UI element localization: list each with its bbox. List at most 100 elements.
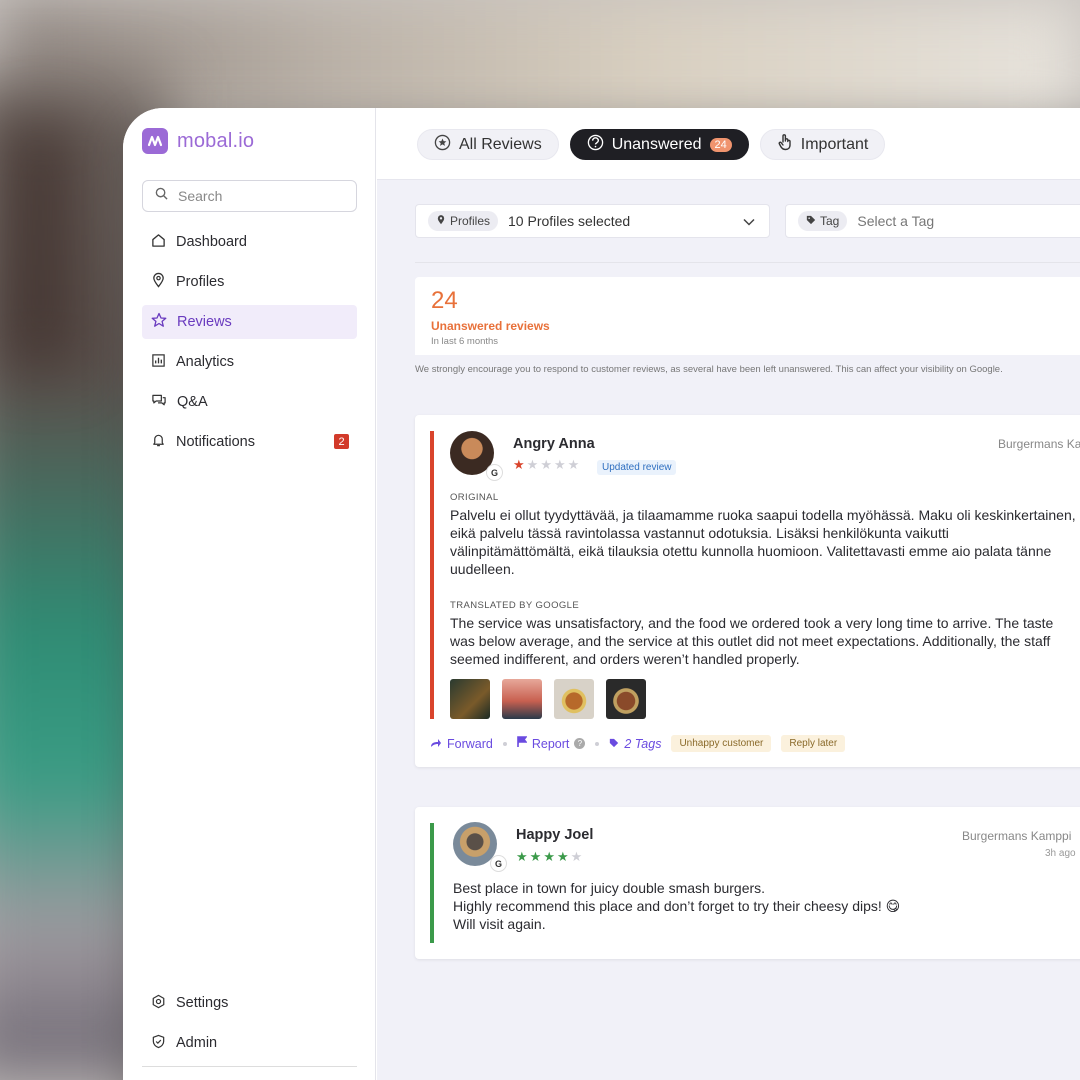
star-filled-icon: ★ — [516, 849, 528, 864]
sidebar-item-label: Analytics — [176, 354, 235, 370]
profiles-chip-label: Profiles — [450, 214, 491, 228]
chat-bubble-icon — [587, 134, 604, 156]
google-icon: G — [491, 856, 506, 871]
profiles-filter[interactable]: Profiles 10 Profiles selected — [415, 204, 770, 238]
search-box[interactable] — [142, 180, 357, 212]
tag-chip[interactable]: Reply later — [781, 735, 846, 752]
star-rating: ★ ★ ★ ★ ★ — [513, 457, 579, 473]
unanswered-count: 24 — [431, 287, 458, 314]
report-label: Report — [531, 736, 570, 751]
translated-text: The service was unsatisfactory, and the … — [450, 615, 1054, 667]
brand-logo[interactable]: mobal.io — [142, 128, 254, 154]
review-card: G Angry Anna ★ ★ ★ ★ ★ Updated review Bu… — [415, 415, 1080, 767]
top-bar: All Reviews Unanswered 24 Important — [377, 108, 1080, 180]
sidebar-item-label: Profiles — [176, 274, 225, 290]
star-empty-icon: ★ — [567, 457, 580, 472]
star-filled-icon: ★ — [543, 849, 555, 864]
review-tabs: All Reviews Unanswered 24 Important — [417, 129, 886, 160]
sidebar-item-profiles[interactable]: Profiles — [142, 265, 357, 299]
updated-review-badge: Updated review — [597, 460, 677, 475]
sidebar-item-admin[interactable]: Admin — [142, 1026, 357, 1060]
separator — [595, 741, 600, 746]
review-photo[interactable] — [606, 679, 646, 719]
tab-important[interactable]: Important — [759, 129, 886, 160]
star-empty-icon: ★ — [553, 457, 566, 472]
report-button[interactable]: Report ? — [517, 736, 586, 751]
content-divider — [415, 262, 1080, 263]
unanswered-period: In last 6 months — [431, 336, 499, 347]
review-text: Best place in town for juicy double smas… — [453, 880, 901, 932]
tags-label: 2 Tags — [624, 736, 662, 751]
forward-label: Forward — [447, 736, 493, 751]
star-filled-icon: ★ — [556, 849, 569, 864]
sidebar-item-reviews[interactable]: Reviews — [142, 305, 357, 339]
tag-chip[interactable]: Unhappy customer — [671, 735, 772, 752]
tag-filter[interactable]: Tag Select a Tag — [785, 204, 1080, 238]
review-card: G Happy Joel ★ ★ ★ ★ ★ Burgermans Kamppi… — [415, 807, 1080, 959]
sidebar-item-label: Q&A — [177, 394, 208, 410]
translated-label: TRANSLATED BY GOOGLE — [450, 600, 580, 611]
logo-mark-icon — [142, 128, 168, 154]
star-rating: ★ ★ ★ ★ ★ — [516, 849, 582, 865]
flag-icon — [517, 736, 528, 751]
star-empty-icon: ★ — [540, 457, 552, 472]
tab-all-reviews[interactable]: All Reviews — [417, 129, 559, 160]
google-icon: G — [487, 465, 502, 480]
star-empty-icon: ★ — [526, 457, 539, 472]
sidebar-nav: Dashboard Profiles Reviews Analytics Q&A… — [142, 225, 357, 465]
forward-icon — [430, 737, 442, 751]
review-location: Burgermans Kampi — [998, 437, 1080, 451]
reviewer-name: Happy Joel — [516, 827, 594, 843]
review-photo[interactable] — [554, 679, 594, 719]
unanswered-label: Unanswered reviews — [431, 319, 550, 333]
profiles-chip: Profiles — [428, 211, 499, 231]
star-filled-icon: ★ — [529, 849, 542, 864]
sidebar-bottom-nav: Settings Admin — [142, 986, 357, 1066]
star-empty-icon: ★ — [570, 849, 583, 864]
help-icon[interactable]: ? — [574, 738, 586, 749]
tab-label: All Reviews — [459, 135, 542, 153]
review-photo[interactable] — [450, 679, 490, 719]
unanswered-stats-card: 24 Unanswered reviews In last 6 months W… — [415, 277, 1080, 390]
sidebar: mobal.io Dashboard Profiles Reviews — [123, 108, 376, 1080]
profiles-filter-value: 10 Profiles selected — [508, 213, 631, 229]
sidebar-item-notifications[interactable]: Notifications 2 — [142, 425, 357, 459]
notification-count-badge: 2 — [334, 434, 349, 449]
star-filled-icon: ★ — [513, 457, 525, 472]
tag-chip: Tag — [798, 211, 848, 231]
sidebar-item-dashboard[interactable]: Dashboard — [142, 225, 357, 259]
tab-label: Unanswered — [611, 135, 702, 153]
sidebar-item-label: Reviews — [177, 314, 232, 330]
star-circle-icon — [434, 134, 451, 156]
review-photo[interactable] — [502, 679, 542, 719]
visibility-notice: We strongly encourage you to respond to … — [415, 355, 1080, 390]
hand-icon — [777, 133, 793, 156]
shield-icon — [151, 1034, 166, 1053]
tags-button[interactable]: 2 Tags — [609, 737, 661, 751]
sidebar-item-analytics[interactable]: Analytics — [142, 345, 357, 379]
search-input[interactable] — [178, 188, 338, 204]
chevron-down-icon[interactable] — [743, 213, 755, 229]
review-accent-bar — [430, 431, 434, 719]
tag-icon — [609, 737, 619, 751]
sidebar-divider — [142, 1066, 357, 1067]
filter-bar: Profiles 10 Profiles selected Tag Select… — [415, 204, 1080, 238]
chart-icon — [151, 353, 166, 372]
tab-unanswered[interactable]: Unanswered 24 — [569, 129, 749, 160]
avatar — [453, 822, 497, 866]
main-content: All Reviews Unanswered 24 Important Prof… — [377, 108, 1080, 1080]
brand-name: mobal.io — [177, 129, 255, 152]
bell-icon — [151, 432, 166, 452]
home-icon — [151, 233, 166, 252]
reviewer-name: Angry Anna — [513, 436, 595, 452]
original-label: ORIGINAL — [450, 492, 499, 503]
search-icon — [155, 187, 168, 205]
sidebar-item-qa[interactable]: Q&A — [142, 385, 357, 419]
sidebar-item-label: Settings — [176, 995, 229, 1011]
pin-icon — [436, 214, 446, 228]
sidebar-item-settings[interactable]: Settings — [142, 986, 357, 1020]
forward-button[interactable]: Forward — [430, 737, 493, 751]
pin-icon — [151, 272, 166, 292]
tag-chip-label: Tag — [820, 214, 840, 228]
tab-label: Important — [800, 135, 869, 153]
